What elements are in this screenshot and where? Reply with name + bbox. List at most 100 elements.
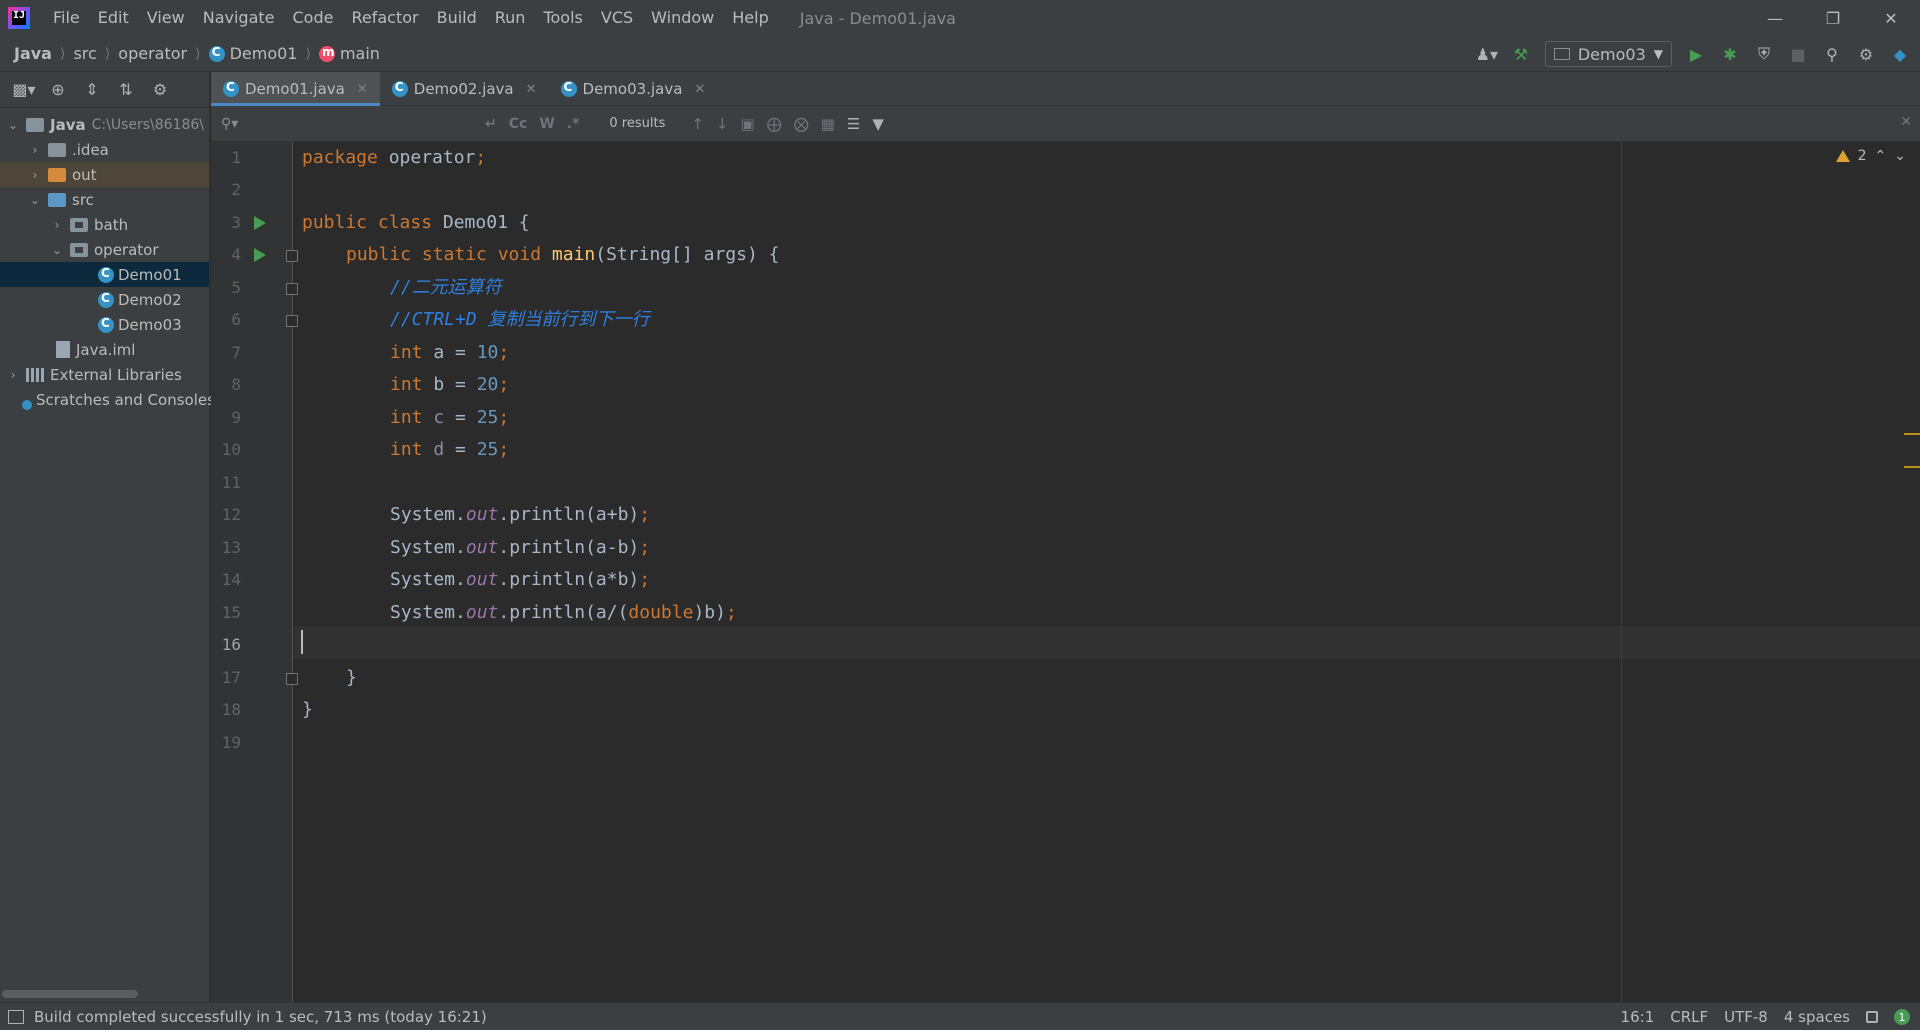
find-input[interactable]: ⚲▾ bbox=[215, 109, 475, 139]
menu-view[interactable]: View bbox=[138, 0, 194, 36]
tree-item-java-iml[interactable]: Java.iml bbox=[0, 337, 209, 362]
chevron-up-icon[interactable]: ⌃ bbox=[1875, 148, 1887, 164]
chevron-down-icon[interactable]: ⌄ bbox=[1894, 148, 1906, 164]
warning-stripe-mark[interactable] bbox=[1904, 433, 1920, 435]
match-case-toggle[interactable]: Cc bbox=[509, 116, 528, 132]
tab-demo03[interactable]: Demo03.java ✕ bbox=[549, 72, 718, 106]
open-in-window-icon[interactable]: ▣ bbox=[741, 115, 755, 133]
code-editor[interactable]: 1 2 3 4 5 6 7 8 9 10 11 12 13 14 15 16 1… bbox=[211, 142, 1920, 1002]
minimize-icon[interactable]: — bbox=[1746, 0, 1804, 36]
tree-item-idea[interactable]: › .idea bbox=[0, 137, 209, 162]
project-view-icon[interactable]: ▩▾ bbox=[12, 80, 35, 100]
indent-setting[interactable]: 4 spaces bbox=[1784, 1008, 1850, 1026]
horizontal-scrollbar[interactable] bbox=[2, 990, 138, 998]
chevron-down-icon[interactable]: ⌄ bbox=[50, 243, 64, 257]
close-tab-icon[interactable]: ✕ bbox=[357, 82, 368, 97]
collapse-all-icon[interactable]: ⇅ bbox=[116, 80, 136, 100]
find-actions: ↑ ↓ ▣ ⨁ ⨂ ▦ ☰ ▼ bbox=[691, 115, 884, 133]
tree-item-out[interactable]: › out bbox=[0, 162, 209, 187]
menu-window[interactable]: Window bbox=[642, 0, 723, 36]
regex-toggle[interactable]: .* bbox=[567, 116, 580, 132]
fold-icon[interactable] bbox=[286, 283, 298, 295]
chevron-right-icon[interactable]: › bbox=[6, 368, 20, 382]
run-main-icon[interactable] bbox=[254, 248, 266, 262]
stop-icon[interactable]: ■ bbox=[1788, 44, 1808, 64]
breadcrumb-project[interactable]: Java bbox=[14, 44, 52, 63]
line-separator[interactable]: CRLF bbox=[1670, 1008, 1708, 1026]
chevron-right-icon[interactable]: › bbox=[28, 143, 42, 157]
gear-icon[interactable]: ⚙ bbox=[150, 80, 170, 100]
locate-icon[interactable]: ⊕ bbox=[48, 80, 68, 100]
breadcrumb-demo01[interactable]: Demo01 bbox=[208, 44, 297, 63]
menu-navigate[interactable]: Navigate bbox=[194, 0, 284, 36]
chevron-down-icon[interactable]: ⌄ bbox=[28, 193, 42, 207]
chevron-right-icon[interactable]: › bbox=[28, 168, 42, 182]
chevron-right-icon[interactable]: › bbox=[50, 218, 64, 232]
tree-item-src[interactable]: ⌄ src bbox=[0, 187, 209, 212]
menu-build[interactable]: Build bbox=[428, 0, 486, 36]
filter-options-icon[interactable]: ☰ bbox=[847, 115, 860, 133]
tree-item-demo02[interactable]: Demo02 bbox=[0, 287, 209, 312]
breadcrumb-main[interactable]: main bbox=[318, 44, 380, 63]
search-icon[interactable]: ⚲ bbox=[1822, 44, 1842, 64]
notifications-badge[interactable]: 1 bbox=[1894, 1009, 1910, 1025]
warning-icon bbox=[1835, 150, 1850, 162]
run-class-icon[interactable] bbox=[254, 216, 266, 230]
breadcrumb-operator[interactable]: operator bbox=[118, 44, 187, 63]
fold-icon[interactable] bbox=[286, 673, 298, 685]
inspection-widget[interactable]: 2 ⌃ ⌄ bbox=[1835, 148, 1906, 164]
fold-icon[interactable] bbox=[286, 250, 298, 262]
previous-occurrence-icon[interactable]: ↑ bbox=[691, 115, 704, 133]
settings-gear-icon[interactable]: ⚙ bbox=[1856, 44, 1876, 64]
java-class-icon bbox=[98, 291, 114, 308]
close-find-icon[interactable]: ✕ bbox=[1900, 114, 1912, 130]
file-encoding[interactable]: UTF-8 bbox=[1724, 1008, 1768, 1026]
chevron-down-icon[interactable]: ⌄ bbox=[6, 118, 20, 132]
tree-item-scratches[interactable]: Scratches and Consoles bbox=[0, 387, 215, 412]
user-icon[interactable]: ♟▾ bbox=[1476, 44, 1498, 64]
lock-icon[interactable] bbox=[1866, 1011, 1878, 1023]
menu-refactor[interactable]: Refactor bbox=[342, 0, 427, 36]
restore-icon[interactable]: ❐ bbox=[1804, 0, 1862, 36]
tree-item-operator[interactable]: ⌄ operator bbox=[0, 237, 209, 262]
tree-item-root[interactable]: ⌄ Java C:\Users\86186\ bbox=[0, 112, 209, 137]
menu-tools[interactable]: Tools bbox=[534, 0, 591, 36]
tab-demo02[interactable]: Demo02.java ✕ bbox=[380, 72, 549, 106]
menu-edit[interactable]: Edit bbox=[89, 0, 138, 36]
run-icon[interactable]: ▶ bbox=[1686, 44, 1706, 64]
keyword: public static void bbox=[346, 244, 542, 265]
close-tab-icon[interactable]: ✕ bbox=[526, 82, 537, 97]
words-toggle[interactable]: W bbox=[539, 116, 554, 132]
tool-window-toggle-icon[interactable] bbox=[8, 1009, 24, 1024]
close-icon[interactable]: ✕ bbox=[1862, 0, 1920, 36]
tree-item-bath[interactable]: › bath bbox=[0, 212, 209, 237]
run-configuration-select[interactable]: Demo03 ▼ bbox=[1544, 41, 1672, 67]
close-tab-icon[interactable]: ✕ bbox=[694, 82, 705, 97]
new-line-icon[interactable]: ↵ bbox=[485, 116, 497, 132]
menu-help[interactable]: Help bbox=[723, 0, 777, 36]
tree-item-demo03[interactable]: Demo03 bbox=[0, 312, 209, 337]
menu-code[interactable]: Code bbox=[284, 0, 343, 36]
code-text: a = bbox=[422, 342, 477, 363]
next-occurrence-icon[interactable]: ↓ bbox=[716, 115, 729, 133]
menu-vcs[interactable]: VCS bbox=[592, 0, 642, 36]
jetbrains-toolbox-icon[interactable]: ◆ bbox=[1890, 44, 1910, 64]
select-all-occurrences-icon[interactable]: ▦ bbox=[821, 115, 835, 133]
caret-position[interactable]: 16:1 bbox=[1621, 1008, 1655, 1026]
menu-run[interactable]: Run bbox=[486, 0, 535, 36]
expand-all-icon[interactable]: ⇕ bbox=[82, 80, 102, 100]
tree-item-external-libraries[interactable]: › External Libraries bbox=[0, 362, 209, 387]
fold-icon[interactable] bbox=[286, 315, 298, 327]
debug-icon[interactable]: ✱ bbox=[1720, 44, 1740, 64]
tree-item-demo01[interactable]: Demo01 bbox=[0, 262, 209, 287]
menu-file[interactable]: File bbox=[44, 0, 89, 36]
tab-demo01[interactable]: Demo01.java ✕ bbox=[211, 72, 380, 106]
coverage-icon[interactable]: ⛨ bbox=[1754, 44, 1774, 64]
filter-icon[interactable]: ▼ bbox=[872, 115, 884, 133]
add-occurrence-icon[interactable]: ⨁ bbox=[767, 115, 782, 133]
status-message[interactable]: Build completed successfully in 1 sec, 7… bbox=[34, 1008, 487, 1026]
breadcrumb-src[interactable]: src bbox=[73, 44, 96, 63]
build-hammer-icon[interactable]: ⚒ bbox=[1511, 44, 1531, 64]
remove-occurrence-icon[interactable]: ⨂ bbox=[794, 115, 809, 133]
warning-stripe-mark[interactable] bbox=[1904, 466, 1920, 468]
